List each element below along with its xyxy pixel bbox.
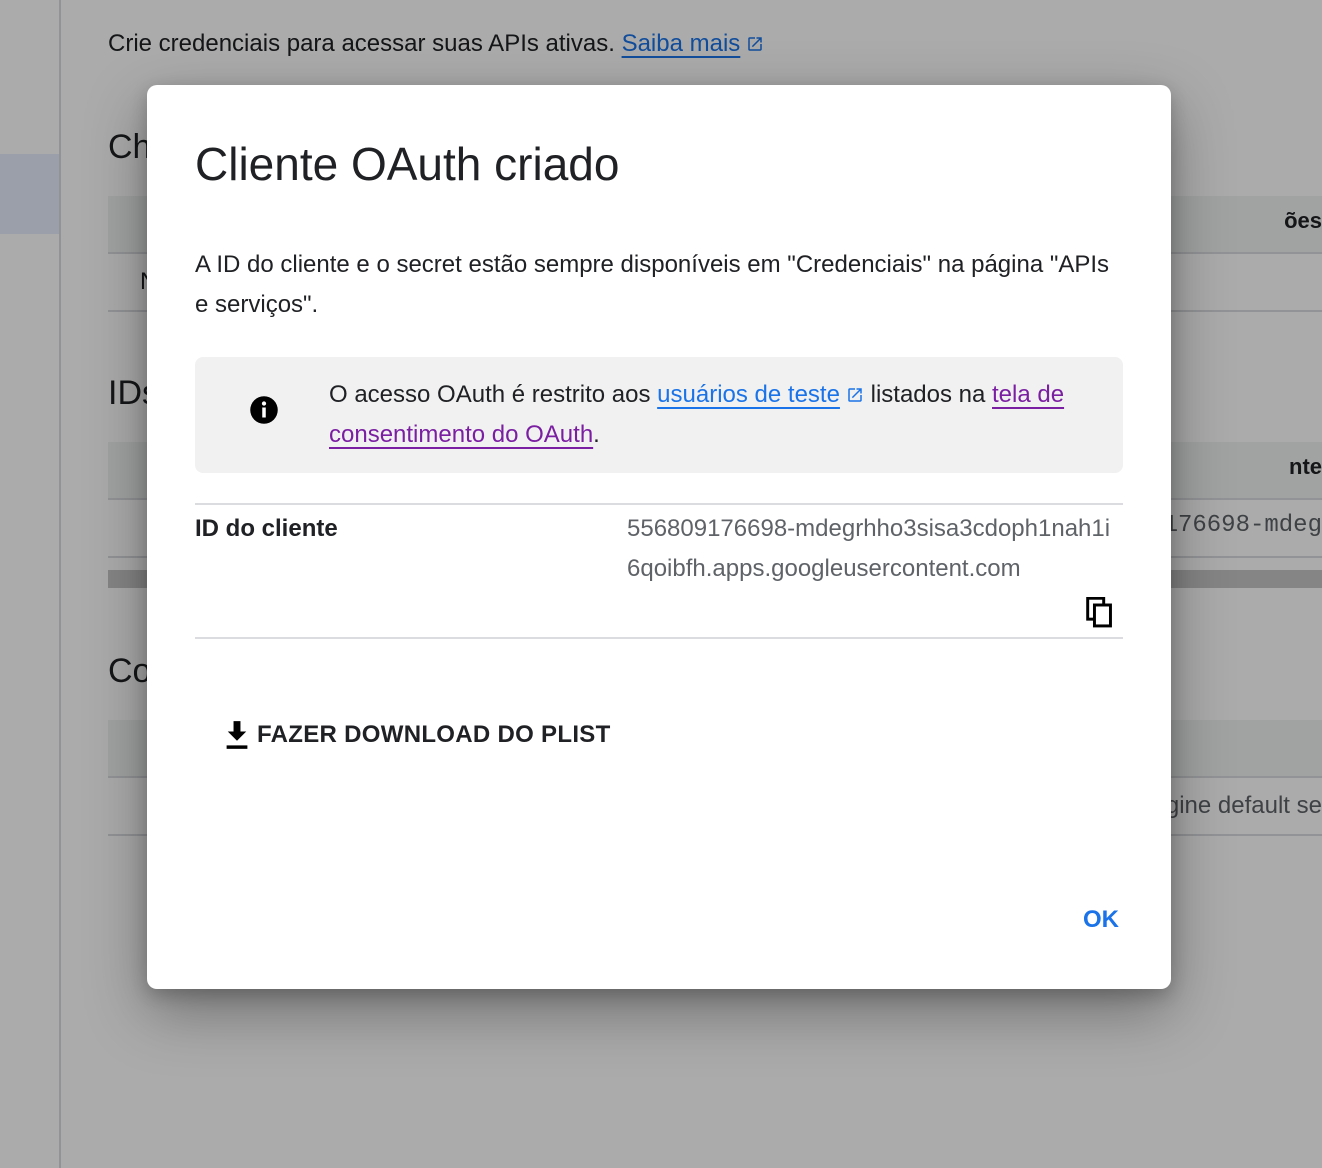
test-users-link[interactable]: usuários de teste [657,381,840,408]
copy-icon[interactable] [1085,597,1115,629]
notice-text: O acesso OAuth é restrito aos usuários d… [329,381,1065,448]
download-plist-button[interactable]: FAZER DOWNLOAD DO PLIST [223,715,611,755]
oauth-client-created-dialog: Cliente OAuth criado A ID do cliente e o… [147,85,1171,989]
client-id-label: ID do cliente [195,515,338,542]
open-in-new-icon [846,386,864,404]
client-id-table: ID do cliente 556809176698-mdegrhho3sisa… [195,503,1123,639]
dialog-title: Cliente OAuth criado [195,138,620,190]
oauth-access-notice: O acesso OAuth é restrito aos usuários d… [195,357,1123,473]
download-icon [226,721,248,749]
ok-button[interactable]: OK [1067,900,1135,940]
dialog-description: A ID do cliente e o secret estão sempre … [195,251,1110,318]
client-id-value: 556809176698-mdegrhho3sisa3cdoph1nah1i6q… [627,515,1111,582]
info-icon [250,396,278,424]
download-plist-label: FAZER DOWNLOAD DO PLIST [257,721,611,748]
